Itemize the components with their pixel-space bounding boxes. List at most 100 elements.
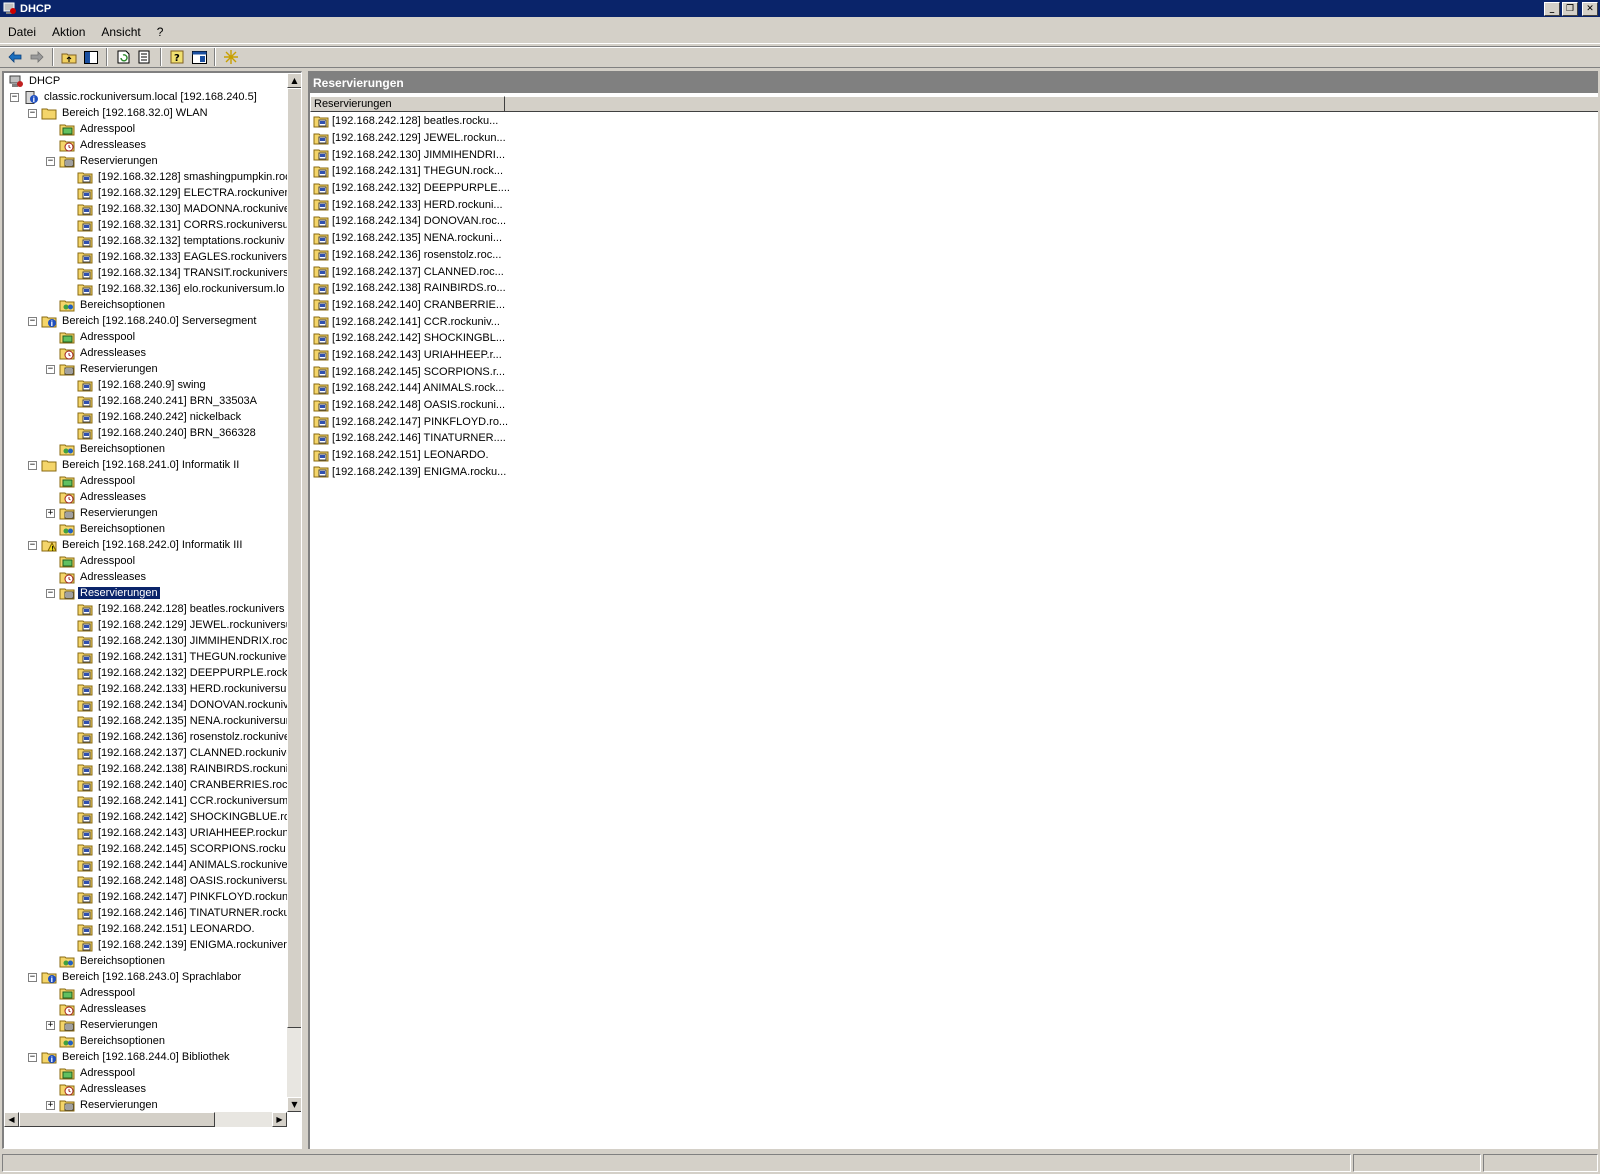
column-header-reservierungen[interactable]: Reservierungen bbox=[310, 96, 505, 112]
tree-node[interactable]: Bereichsoptionen bbox=[4, 953, 287, 969]
tree-node[interactable]: [192.168.240.242] nickelback bbox=[4, 409, 287, 425]
list-item[interactable]: [192.168.242.128] beatles.rocku... bbox=[310, 113, 1598, 130]
list-item[interactable]: [192.168.242.130] JIMMIHENDRI... bbox=[310, 146, 1598, 163]
title-bar[interactable]: DHCP _ ❐ ✕ bbox=[0, 0, 1600, 17]
tree-node[interactable]: [192.168.242.128] beatles.rockunivers bbox=[4, 601, 287, 617]
tree-node[interactable]: Adresspool bbox=[4, 473, 287, 489]
tree-node[interactable]: Adressleases bbox=[4, 569, 287, 585]
tree-node[interactable]: Bereichsoptionen bbox=[4, 1033, 287, 1049]
collapse-toggle[interactable]: − bbox=[28, 972, 37, 982]
tree-node[interactable]: [192.168.242.138] RAINBIRDS.rockuni bbox=[4, 761, 287, 777]
new-action-button[interactable] bbox=[220, 47, 242, 67]
tree-node[interactable]: + Reservierungen bbox=[4, 505, 287, 521]
collapse-toggle[interactable]: − bbox=[10, 92, 19, 102]
refresh-button[interactable] bbox=[112, 47, 134, 67]
tree-node[interactable]: [192.168.242.144] ANIMALS.rockunive bbox=[4, 857, 287, 873]
tree-node[interactable]: − i Bereich [192.168.244.0] Bibliothek bbox=[4, 1049, 287, 1065]
list-item[interactable]: [192.168.242.134] DONOVAN.roc... bbox=[310, 213, 1598, 230]
tree-node[interactable]: − i Bereich [192.168.243.0] Sprachlabor bbox=[4, 969, 287, 985]
tree-node[interactable]: Bereichsoptionen bbox=[4, 521, 287, 537]
tree-node[interactable]: [192.168.32.134] TRANSIT.rockunivers bbox=[4, 265, 287, 281]
tree-node[interactable]: [192.168.32.129] ELECTRA.rockunivers bbox=[4, 185, 287, 201]
console-tree[interactable]: DHCP − i classic.rockuniversum.local [192.1… bbox=[2, 71, 302, 1149]
list-item[interactable]: [192.168.242.135] NENA.rockuni... bbox=[310, 230, 1598, 247]
tree-node[interactable]: [192.168.242.146] TINATURNER.rocku bbox=[4, 905, 287, 921]
list-item[interactable]: [192.168.242.145] SCORPIONS.r... bbox=[310, 363, 1598, 380]
properties-button[interactable] bbox=[188, 47, 210, 67]
horizontal-scroll-thumb[interactable] bbox=[19, 1112, 215, 1127]
collapse-toggle[interactable]: − bbox=[28, 316, 37, 326]
tree-node[interactable]: Adressleases bbox=[4, 489, 287, 505]
expand-toggle[interactable]: + bbox=[46, 1020, 55, 1030]
tree-node[interactable]: [192.168.242.134] DONOVAN.rockunive bbox=[4, 697, 287, 713]
tree-node[interactable]: + Reservierungen bbox=[4, 1097, 287, 1112]
collapse-toggle[interactable]: − bbox=[46, 588, 55, 598]
tree-node[interactable]: Adressleases bbox=[4, 1001, 287, 1017]
expand-toggle[interactable]: + bbox=[46, 1100, 55, 1110]
tree-node[interactable]: [192.168.240.9] swing bbox=[4, 377, 287, 393]
tree-node[interactable]: [192.168.242.140] CRANBERRIES.rock bbox=[4, 777, 287, 793]
tree-node[interactable]: [192.168.242.139] ENIGMA.rockunivers bbox=[4, 937, 287, 953]
tree-node[interactable]: [192.168.32.130] MADONNA.rockunive bbox=[4, 201, 287, 217]
tree-node[interactable]: [192.168.242.142] SHOCKINGBLUE.roc bbox=[4, 809, 287, 825]
tree-node[interactable]: [192.168.240.241] BRN_33503A bbox=[4, 393, 287, 409]
tree-node[interactable]: [192.168.242.136] rosenstolz.rockunive bbox=[4, 729, 287, 745]
menu-help[interactable]: ? bbox=[157, 25, 164, 39]
help-button[interactable]: ? bbox=[166, 47, 188, 67]
tree-node[interactable]: + Reservierungen bbox=[4, 1017, 287, 1033]
collapse-toggle[interactable]: − bbox=[28, 1052, 37, 1062]
tree-node[interactable]: DHCP bbox=[4, 73, 287, 89]
tree-node[interactable]: [192.168.32.132] temptations.rockuniv bbox=[4, 233, 287, 249]
tree-node[interactable]: [192.168.242.132] DEEPPURPLE.rocku bbox=[4, 665, 287, 681]
list-item[interactable]: [192.168.242.147] PINKFLOYD.ro... bbox=[310, 413, 1598, 430]
tree-node[interactable]: − Bereich [192.168.32.0] WLAN bbox=[4, 105, 287, 121]
scroll-up-button[interactable]: ▲ bbox=[287, 73, 301, 88]
menu-ansicht[interactable]: Ansicht bbox=[101, 25, 140, 39]
tree-node[interactable]: − i Bereich [192.168.240.0] Serversegment bbox=[4, 313, 287, 329]
list-item[interactable]: [192.168.242.129] JEWEL.rockun... bbox=[310, 130, 1598, 147]
list-item[interactable]: [192.168.242.144] ANIMALS.rock... bbox=[310, 380, 1598, 397]
tree-node[interactable]: Adressleases bbox=[4, 345, 287, 361]
export-list-button[interactable] bbox=[134, 47, 156, 67]
expand-toggle[interactable]: + bbox=[46, 508, 55, 518]
list-item[interactable]: [192.168.242.143] URIAHHEEP.r... bbox=[310, 347, 1598, 364]
tree-node[interactable]: [192.168.242.133] HERD.rockuniversur bbox=[4, 681, 287, 697]
list-item[interactable]: [192.168.242.139] ENIGMA.rocku... bbox=[310, 463, 1598, 480]
close-button[interactable]: ✕ bbox=[1582, 1, 1598, 16]
tree-node[interactable]: [192.168.242.129] JEWEL.rockuniversu bbox=[4, 617, 287, 633]
list-item[interactable]: [192.168.242.138] RAINBIRDS.ro... bbox=[310, 280, 1598, 297]
scroll-left-button[interactable]: ◀ bbox=[4, 1112, 19, 1127]
show-hide-tree-button[interactable] bbox=[80, 47, 102, 67]
tree-node[interactable]: Adressleases bbox=[4, 1081, 287, 1097]
list-item[interactable]: [192.168.242.133] HERD.rockuni... bbox=[310, 196, 1598, 213]
tree-node[interactable]: − Bereich [192.168.241.0] Informatik II bbox=[4, 457, 287, 473]
list-item[interactable]: [192.168.242.146] TINATURNER.... bbox=[310, 430, 1598, 447]
list-item[interactable]: [192.168.242.132] DEEPPURPLE.... bbox=[310, 180, 1598, 197]
list-item[interactable]: [192.168.242.141] CCR.rockuniv... bbox=[310, 313, 1598, 330]
tree-node[interactable]: Adresspool bbox=[4, 121, 287, 137]
list-item[interactable]: [192.168.242.148] OASIS.rockuni... bbox=[310, 397, 1598, 414]
tree-node[interactable]: Adresspool bbox=[4, 1065, 287, 1081]
tree-node[interactable]: [192.168.242.143] URIAHHEEP.rockuni bbox=[4, 825, 287, 841]
back-button[interactable] bbox=[4, 47, 26, 67]
scroll-down-button[interactable]: ▼ bbox=[287, 1097, 301, 1112]
tree-horizontal-scrollbar[interactable]: ◀ ▶ bbox=[4, 1112, 287, 1127]
tree-node[interactable]: [192.168.242.145] SCORPIONS.rocku bbox=[4, 841, 287, 857]
tree-node[interactable]: [192.168.242.151] LEONARDO. bbox=[4, 921, 287, 937]
tree-node[interactable]: [192.168.242.135] NENA.rockuniversur bbox=[4, 713, 287, 729]
tree-node[interactable]: [192.168.32.136] elo.rockuniversum.lo bbox=[4, 281, 287, 297]
tree-node[interactable]: [192.168.242.137] CLANNED.rockunive bbox=[4, 745, 287, 761]
tree-node[interactable]: [192.168.32.133] EAGLES.rockunivers bbox=[4, 249, 287, 265]
collapse-toggle[interactable]: − bbox=[28, 460, 37, 470]
vertical-scroll-thumb[interactable] bbox=[287, 88, 301, 1028]
tree-node[interactable]: Adresspool bbox=[4, 553, 287, 569]
list-item[interactable]: [192.168.242.140] CRANBERRIE... bbox=[310, 297, 1598, 314]
up-level-button[interactable] bbox=[58, 47, 80, 67]
tree-node[interactable]: [192.168.242.131] THEGUN.rockuniver bbox=[4, 649, 287, 665]
tree-node[interactable]: [192.168.242.141] CCR.rockuniversum bbox=[4, 793, 287, 809]
collapse-toggle[interactable]: − bbox=[28, 540, 37, 550]
tree-node[interactable]: [192.168.242.147] PINKFLOYD.rockuni bbox=[4, 889, 287, 905]
tree-node[interactable]: [192.168.240.240] BRN_366328 bbox=[4, 425, 287, 441]
minimize-button[interactable]: _ bbox=[1544, 1, 1560, 16]
tree-node[interactable]: [192.168.242.148] OASIS.rockuniversu bbox=[4, 873, 287, 889]
